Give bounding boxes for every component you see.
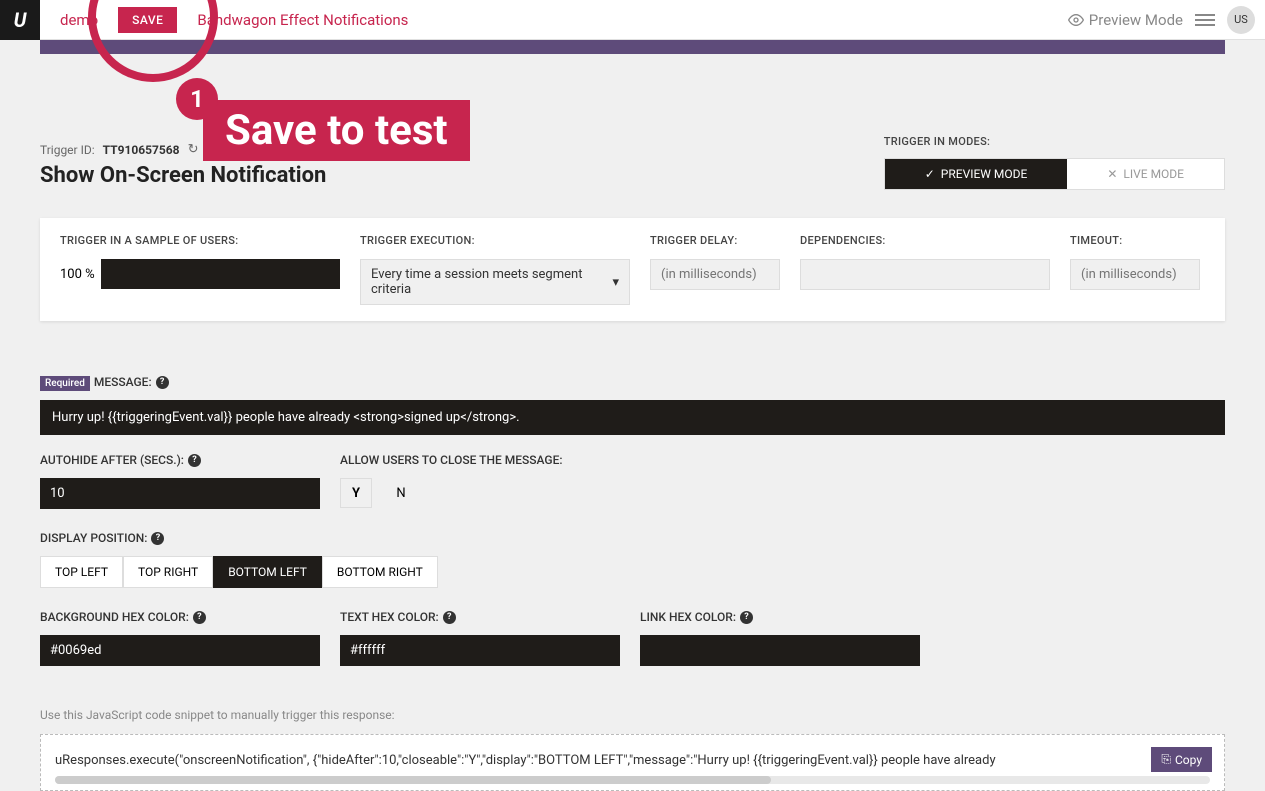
sample-percent: 100 %: [60, 267, 95, 282]
close-yes-button[interactable]: Y: [340, 478, 372, 508]
execution-select[interactable]: Every time a session meets segment crite…: [360, 259, 630, 305]
position-bottom-left[interactable]: BOTTOM LEFT: [213, 556, 322, 588]
copy-label: Copy: [1175, 753, 1202, 767]
required-badge: Required: [40, 376, 90, 391]
delay-input[interactable]: [650, 259, 780, 290]
dependencies-label: DEPENDENCIES:: [800, 234, 1050, 247]
code-snippet[interactable]: uResponses.execute("onscreenNotification…: [55, 753, 996, 768]
close-no-button[interactable]: N: [380, 478, 412, 508]
refresh-icon[interactable]: ↻: [188, 142, 199, 157]
modes-label: TRIGGER IN MODES:: [884, 135, 1225, 148]
brand-name[interactable]: demo: [40, 11, 118, 29]
menu-icon[interactable]: [1195, 11, 1215, 29]
timeout-input[interactable]: [1070, 259, 1200, 290]
top-bar: U demo SAVE Bandwagon Effect Notificatio…: [0, 0, 1265, 40]
copy-button[interactable]: ⎘ Copy: [1151, 747, 1212, 772]
chevron-down-icon: ▾: [612, 275, 619, 290]
delay-label: TRIGGER DELAY:: [650, 234, 780, 247]
position-label: DISPLAY POSITION: ?: [40, 531, 164, 545]
preview-mode-label: Preview Mode: [1089, 11, 1183, 29]
help-icon[interactable]: ?: [188, 454, 201, 467]
text-color-input[interactable]: [340, 635, 620, 666]
scrollbar-thumb[interactable]: [55, 776, 771, 784]
preview-mode-button[interactable]: ✓ PREVIEW MODE: [885, 159, 1068, 189]
scrollbar-track[interactable]: [55, 776, 1210, 784]
preview-mode-toggle[interactable]: Preview Mode: [1068, 11, 1183, 29]
link-color-input[interactable]: [640, 635, 920, 666]
logo-icon: U: [14, 8, 27, 32]
message-label: MESSAGE: ?: [94, 375, 169, 389]
preview-mode-button-label: PREVIEW MODE: [941, 167, 1028, 181]
text-color-label: TEXT HEX COLOR: ?: [340, 610, 456, 624]
message-input[interactable]: [40, 400, 1225, 435]
page-title: Bandwagon Effect Notifications: [197, 11, 408, 29]
autohide-label: AUTOHIDE AFTER (SECS.): ?: [40, 453, 201, 467]
position-top-left[interactable]: TOP LEFT: [40, 556, 123, 588]
config-panel: TRIGGER IN A SAMPLE OF USERS: 100 % TRIG…: [40, 218, 1225, 321]
callout-text: Save to test: [203, 100, 470, 161]
sample-slider[interactable]: [101, 259, 340, 289]
help-icon[interactable]: ?: [740, 611, 753, 624]
help-icon[interactable]: ?: [443, 611, 456, 624]
eye-icon: [1068, 12, 1084, 28]
link-color-label: LINK HEX COLOR: ?: [640, 610, 753, 624]
dependencies-input[interactable]: [800, 259, 1050, 290]
execution-label: TRIGGER EXECUTION:: [360, 234, 630, 247]
copy-icon: ⎘: [1161, 752, 1171, 767]
trigger-id-value: TT910657568: [103, 143, 180, 157]
help-icon[interactable]: ?: [151, 532, 164, 545]
mode-button-group: ✓ PREVIEW MODE ✕ LIVE MODE: [884, 158, 1225, 190]
bg-color-label: BACKGROUND HEX COLOR: ?: [40, 610, 206, 624]
bg-color-input[interactable]: [40, 635, 320, 666]
position-bottom-right[interactable]: BOTTOM RIGHT: [322, 556, 438, 588]
save-button[interactable]: SAVE: [118, 7, 177, 33]
close-icon: ✕: [1107, 167, 1117, 181]
user-avatar[interactable]: US: [1227, 6, 1255, 34]
check-icon: ✓: [925, 167, 935, 181]
trigger-id-label: Trigger ID:: [40, 143, 95, 157]
sample-label: TRIGGER IN A SAMPLE OF USERS:: [60, 234, 340, 247]
accent-bar: [40, 40, 1225, 54]
help-icon[interactable]: ?: [193, 611, 206, 624]
timeout-label: TIMEOUT:: [1070, 234, 1200, 247]
autohide-input[interactable]: [40, 478, 320, 509]
logo[interactable]: U: [0, 0, 40, 40]
help-icon[interactable]: ?: [156, 376, 169, 389]
close-label: ALLOW USERS TO CLOSE THE MESSAGE:: [340, 453, 563, 467]
execution-value: Every time a session meets segment crite…: [371, 267, 612, 297]
position-top-right[interactable]: TOP RIGHT: [123, 556, 213, 588]
code-snippet-box: uResponses.execute("onscreenNotification…: [40, 734, 1225, 791]
live-mode-button[interactable]: ✕ LIVE MODE: [1067, 159, 1224, 189]
callout-step-number: 1: [176, 78, 218, 120]
live-mode-button-label: LIVE MODE: [1123, 167, 1184, 181]
